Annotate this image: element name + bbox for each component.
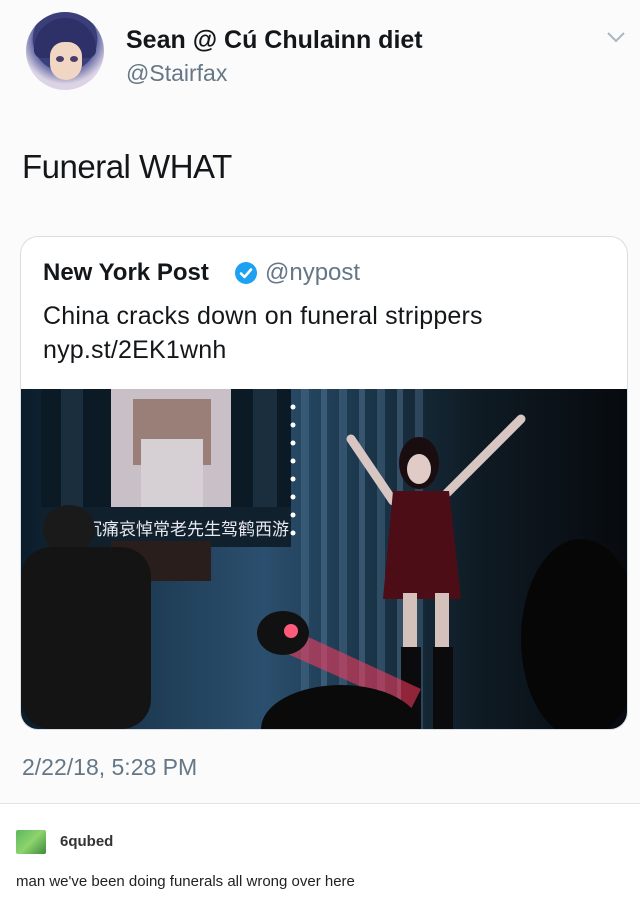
verified-badge-icon	[235, 262, 257, 284]
avatar-eye	[56, 56, 64, 62]
tweet-text: Funeral WHAT	[22, 148, 232, 185]
avatar-face	[50, 42, 82, 80]
tweet-timestamp[interactable]: 2/22/18, 5:28 PM	[22, 754, 197, 781]
display-name[interactable]: Sean @ Cú Chulainn diet	[126, 26, 423, 55]
avatar[interactable]	[26, 12, 104, 90]
quoted-link[interactable]: nyp.st/2EK1wnh	[43, 333, 483, 367]
avatar-eye	[70, 56, 78, 62]
quoted-text: China cracks down on funeral strippers n…	[43, 299, 483, 367]
quoted-text-line: China cracks down on funeral strippers	[43, 302, 483, 330]
divider	[0, 803, 640, 804]
news-photo[interactable]: 沉痛哀悼常老先生驾鹤西游	[21, 389, 627, 729]
quoted-tweet[interactable]: New York Post @nypost China cracks down …	[20, 236, 628, 730]
tweet-card: Sean @ Cú Chulainn diet @Stairfax Funera…	[0, 0, 640, 803]
reply-avatar[interactable]	[16, 830, 46, 854]
reply-text: man we've been doing funerals all wrong …	[16, 873, 355, 890]
user-handle[interactable]: @Stairfax	[126, 60, 227, 87]
chevron-down-icon[interactable]	[606, 30, 626, 44]
banner-text: 沉痛哀悼常老先生驾鹤西游	[85, 520, 289, 540]
quoted-handle[interactable]: @nypost	[265, 259, 360, 287]
quoted-display-name[interactable]: New York Post	[43, 259, 209, 287]
reply-username[interactable]: 6qubed	[60, 833, 113, 850]
